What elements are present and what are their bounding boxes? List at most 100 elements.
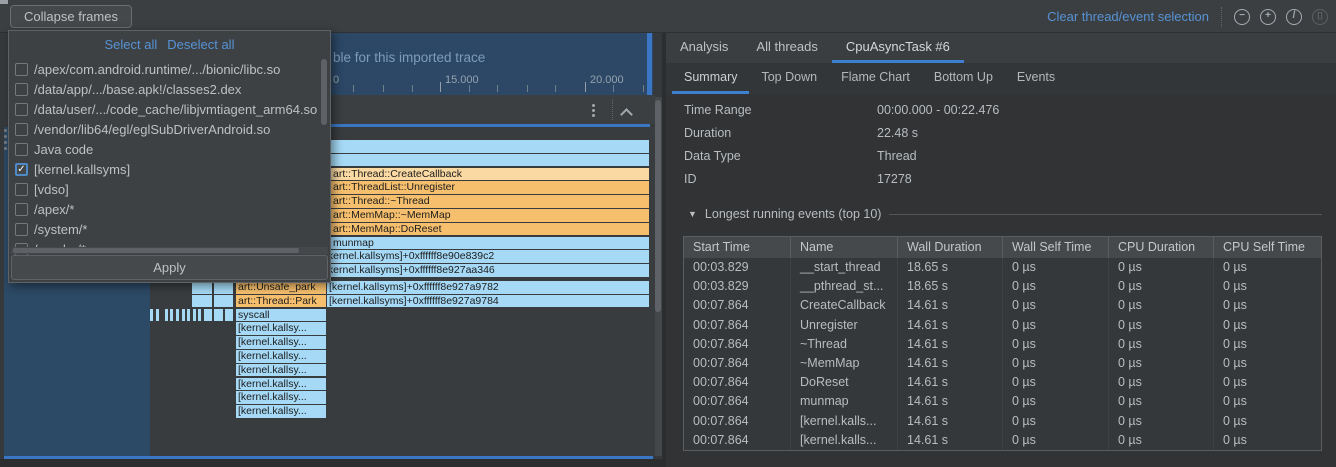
checkbox[interactable] (15, 203, 28, 216)
filter-item[interactable]: ✓[kernel.kallsyms] (9, 159, 330, 179)
flame-bar[interactable] (165, 309, 168, 322)
summary-tab-bar: SummaryTop DownFlame ChartBottom UpEvent… (666, 63, 1336, 94)
flame-bar[interactable] (214, 309, 223, 322)
flame-bar[interactable] (176, 309, 179, 322)
flame-bar[interactable] (331, 154, 649, 167)
flame-bar[interactable]: [kernel.kallsy... (236, 378, 326, 391)
clear-selection-link[interactable]: Clear thread/event selection (1047, 9, 1209, 24)
popup-horizontal-scrollbar[interactable] (11, 247, 328, 254)
column-header-name[interactable]: Name (791, 237, 898, 258)
zoom-to-selection-icon[interactable]: [] (1312, 9, 1328, 25)
flame-bar[interactable]: [kernel.kallsy... (236, 350, 326, 363)
popup-vertical-scrollbar-thumb[interactable] (321, 59, 327, 125)
filter-item[interactable]: /data/user/.../code_cache/libjvmtiagent_… (9, 99, 330, 119)
subtab-summary[interactable]: Summary (672, 63, 749, 94)
checkbox[interactable] (15, 103, 28, 116)
flame-bar[interactable]: [kernel.kallsy... (236, 364, 326, 377)
table-cell: 14.61 s (898, 296, 1003, 315)
collapse-frames-button[interactable]: Collapse frames (10, 5, 132, 28)
flame-bar[interactable]: [kernel.kallsyms]+0xffffff8e927aa346 (323, 264, 649, 277)
subtab-top-down[interactable]: Top Down (749, 63, 829, 94)
table-row[interactable]: 00:07.864DoReset14.61 s0 µs0 µs0 µs (684, 373, 1321, 392)
reset-zoom-icon[interactable]: / (1286, 9, 1302, 25)
table-cell: 14.61 s (898, 316, 1003, 335)
flame-bar[interactable]: [kernel.kallsy... (236, 336, 326, 349)
zoom-out-icon[interactable]: − (1234, 9, 1250, 25)
flame-bar[interactable]: art::ThreadList::Unregister (331, 181, 649, 194)
flame-bar[interactable] (331, 140, 649, 153)
scrollbar-corner (0, 0, 8, 4)
zoom-in-icon[interactable]: + (1260, 9, 1276, 25)
table-row[interactable]: 00:03.829__pthread_st...18.65 s0 µs0 µs0… (684, 277, 1321, 296)
filter-item[interactable]: /apex/* (9, 199, 330, 219)
flame-bar[interactable] (156, 309, 159, 322)
checkbox[interactable] (15, 143, 28, 156)
flame-bar[interactable]: munmap (331, 237, 649, 250)
events-section-header[interactable]: ▼ Longest running events (top 10) (688, 205, 1322, 223)
flame-bar[interactable]: [kernel.kallsyms]+0xffffff8e927a9782 (327, 281, 649, 294)
column-header-wall-duration[interactable]: Wall Duration (898, 237, 1003, 258)
flame-bar[interactable]: art::MemMap::DoReset (331, 223, 649, 236)
flame-bar[interactable]: [kernel.kallsy... (236, 391, 326, 404)
table-row[interactable]: 00:07.864~Thread14.61 s0 µs0 µs0 µs (684, 335, 1321, 354)
table-cell: 00:07.864 (684, 296, 791, 315)
flame-bar[interactable]: [kernel.kallsyms]+0xffffff8e90e839c2 (323, 250, 649, 263)
table-row[interactable]: 00:07.864munmap14.61 s0 µs0 µs0 µs (684, 392, 1321, 411)
column-header-cpu-duration[interactable]: CPU Duration (1109, 237, 1214, 258)
flame-bar[interactable]: [kernel.kallsyms]+0xffffff8e927a9784 (327, 295, 649, 308)
flame-bar[interactable] (192, 295, 212, 308)
table-row[interactable]: 00:07.864CreateCallback14.61 s0 µs0 µs0 … (684, 296, 1321, 315)
filter-item[interactable]: [vdso] (9, 179, 330, 199)
filter-item[interactable]: /vendor/lib64/egl/eglSubDriverAndroid.so (9, 119, 330, 139)
flame-bar[interactable] (198, 309, 201, 322)
tab-all-threads[interactable]: All threads (742, 33, 831, 63)
checkbox[interactable] (15, 63, 28, 76)
events-table: Start TimeNameWall DurationWall Self Tim… (683, 236, 1322, 451)
checkbox[interactable]: ✓ (15, 163, 28, 176)
flame-bar[interactable]: art::Thread::~Thread (331, 195, 649, 208)
flame-bar[interactable]: [kernel.kallsy... (236, 322, 326, 335)
flame-bar[interactable]: syscall (236, 309, 326, 322)
apply-button[interactable]: Apply (11, 255, 328, 280)
select-all-link[interactable]: Select all (105, 37, 158, 52)
column-header-start-time[interactable]: Start Time (684, 237, 791, 258)
flame-bar[interactable] (182, 309, 185, 322)
checkbox[interactable] (15, 223, 28, 236)
tab-cpuasynctask-6[interactable]: CpuAsyncTask #6 (832, 33, 964, 63)
deselect-all-link[interactable]: Deselect all (167, 37, 234, 52)
flame-bar[interactable]: art::MemMap::~MemMap (331, 209, 649, 222)
table-row[interactable]: 00:07.864~MemMap14.61 s0 µs0 µs0 µs (684, 354, 1321, 373)
flame-bar[interactable] (214, 295, 233, 308)
subtab-bottom-up[interactable]: Bottom Up (922, 63, 1005, 94)
table-row[interactable]: 00:07.864[kernel.kalls...14.61 s0 µs0 µs… (684, 412, 1321, 431)
flame-bar[interactable] (187, 309, 190, 322)
table-cell: 0 µs (1003, 258, 1109, 277)
table-cell: 00:07.864 (684, 335, 791, 354)
table-row[interactable]: 00:07.864[kernel.kalls...14.61 s0 µs0 µs… (684, 431, 1321, 450)
flame-bar[interactable]: [kernel.kallsy... (236, 405, 326, 418)
column-header-cpu-self-time[interactable]: CPU Self Time (1214, 237, 1321, 258)
flame-bar[interactable] (170, 309, 173, 322)
column-header-wall-self-time[interactable]: Wall Self Time (1003, 237, 1109, 258)
flame-bar[interactable] (204, 309, 212, 322)
flame-bar[interactable] (150, 309, 153, 322)
flame-bar[interactable] (225, 309, 233, 322)
scrollbar-thumb[interactable] (13, 248, 299, 253)
table-cell: 14.61 s (898, 392, 1003, 411)
filter-item[interactable]: /data/app/.../base.apk!/classes2.dex (9, 79, 330, 99)
table-row[interactable]: 00:03.829__start_thread18.65 s0 µs0 µs0 … (684, 258, 1321, 277)
flame-bar[interactable]: art::Thread::CreateCallback (331, 168, 649, 181)
flame-bar[interactable]: art::Thread::Park (236, 295, 326, 308)
filter-item[interactable]: /system/* (9, 219, 330, 239)
filter-item[interactable]: /apex/com.android.runtime/.../bionic/lib… (9, 59, 330, 79)
flame-bar[interactable] (193, 309, 196, 322)
checkbox[interactable] (15, 183, 28, 196)
table-cell: 0 µs (1214, 431, 1321, 450)
tab-analysis[interactable]: Analysis (666, 33, 742, 63)
subtab-events[interactable]: Events (1005, 63, 1067, 94)
subtab-flame-chart[interactable]: Flame Chart (829, 63, 922, 94)
filter-item[interactable]: Java code (9, 139, 330, 159)
checkbox[interactable] (15, 83, 28, 96)
checkbox[interactable] (15, 123, 28, 136)
table-row[interactable]: 00:07.864Unregister14.61 s0 µs0 µs0 µs (684, 316, 1321, 335)
